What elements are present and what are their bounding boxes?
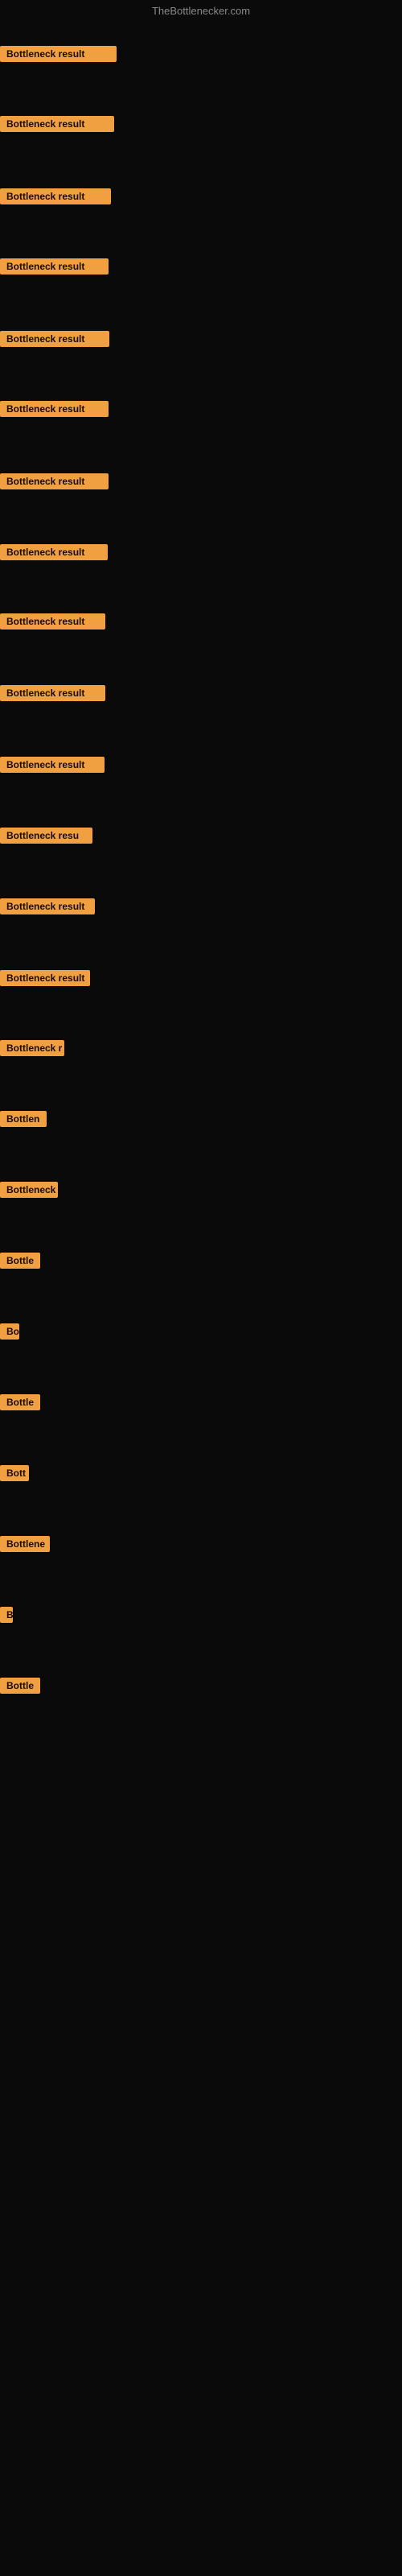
bottleneck-badge-1[interactable]: Bottleneck result bbox=[0, 46, 117, 62]
result-row-8: Bottleneck result bbox=[0, 544, 108, 564]
result-row-2: Bottleneck result bbox=[0, 116, 114, 136]
bottleneck-badge-13[interactable]: Bottleneck result bbox=[0, 898, 95, 914]
bottleneck-badge-9[interactable]: Bottleneck result bbox=[0, 613, 105, 630]
bottleneck-badge-21[interactable]: Bott bbox=[0, 1465, 29, 1481]
result-row-23: B bbox=[0, 1607, 13, 1627]
bottleneck-badge-15[interactable]: Bottleneck r bbox=[0, 1040, 64, 1056]
bottleneck-badge-17[interactable]: Bottleneck bbox=[0, 1182, 58, 1198]
result-row-21: Bott bbox=[0, 1465, 29, 1485]
bottleneck-badge-14[interactable]: Bottleneck result bbox=[0, 970, 90, 986]
bottleneck-badge-11[interactable]: Bottleneck result bbox=[0, 757, 105, 773]
result-row-7: Bottleneck result bbox=[0, 473, 109, 493]
result-row-5: Bottleneck result bbox=[0, 331, 109, 351]
bottleneck-badge-20[interactable]: Bottle bbox=[0, 1394, 40, 1410]
result-row-19: Bo bbox=[0, 1323, 19, 1344]
bottleneck-badge-16[interactable]: Bottlen bbox=[0, 1111, 47, 1127]
bottleneck-badge-4[interactable]: Bottleneck result bbox=[0, 258, 109, 275]
result-row-24: Bottle bbox=[0, 1678, 40, 1698]
bottleneck-badge-7[interactable]: Bottleneck result bbox=[0, 473, 109, 489]
bottleneck-badge-23[interactable]: B bbox=[0, 1607, 13, 1623]
bottleneck-badge-12[interactable]: Bottleneck resu bbox=[0, 828, 92, 844]
bottleneck-badge-18[interactable]: Bottle bbox=[0, 1253, 40, 1269]
result-row-3: Bottleneck result bbox=[0, 188, 111, 208]
result-row-12: Bottleneck resu bbox=[0, 828, 92, 848]
bottleneck-badge-6[interactable]: Bottleneck result bbox=[0, 401, 109, 417]
bottleneck-badge-5[interactable]: Bottleneck result bbox=[0, 331, 109, 347]
result-row-14: Bottleneck result bbox=[0, 970, 90, 990]
bottleneck-badge-3[interactable]: Bottleneck result bbox=[0, 188, 111, 204]
result-row-6: Bottleneck result bbox=[0, 401, 109, 421]
result-row-16: Bottlen bbox=[0, 1111, 47, 1131]
site-title: TheBottlenecker.com bbox=[0, 0, 402, 22]
result-row-9: Bottleneck result bbox=[0, 613, 105, 634]
result-row-13: Bottleneck result bbox=[0, 898, 95, 919]
bottleneck-badge-2[interactable]: Bottleneck result bbox=[0, 116, 114, 132]
result-row-17: Bottleneck bbox=[0, 1182, 58, 1202]
result-row-4: Bottleneck result bbox=[0, 258, 109, 279]
result-row-10: Bottleneck result bbox=[0, 685, 105, 705]
bottleneck-badge-8[interactable]: Bottleneck result bbox=[0, 544, 108, 560]
result-row-11: Bottleneck result bbox=[0, 757, 105, 777]
result-row-20: Bottle bbox=[0, 1394, 40, 1414]
result-row-15: Bottleneck r bbox=[0, 1040, 64, 1060]
result-row-22: Bottlene bbox=[0, 1536, 50, 1556]
bottleneck-badge-19[interactable]: Bo bbox=[0, 1323, 19, 1340]
result-row-18: Bottle bbox=[0, 1253, 40, 1273]
bottleneck-badge-10[interactable]: Bottleneck result bbox=[0, 685, 105, 701]
bottleneck-badge-22[interactable]: Bottlene bbox=[0, 1536, 50, 1552]
bottleneck-badge-24[interactable]: Bottle bbox=[0, 1678, 40, 1694]
result-row-1: Bottleneck result bbox=[0, 46, 117, 66]
